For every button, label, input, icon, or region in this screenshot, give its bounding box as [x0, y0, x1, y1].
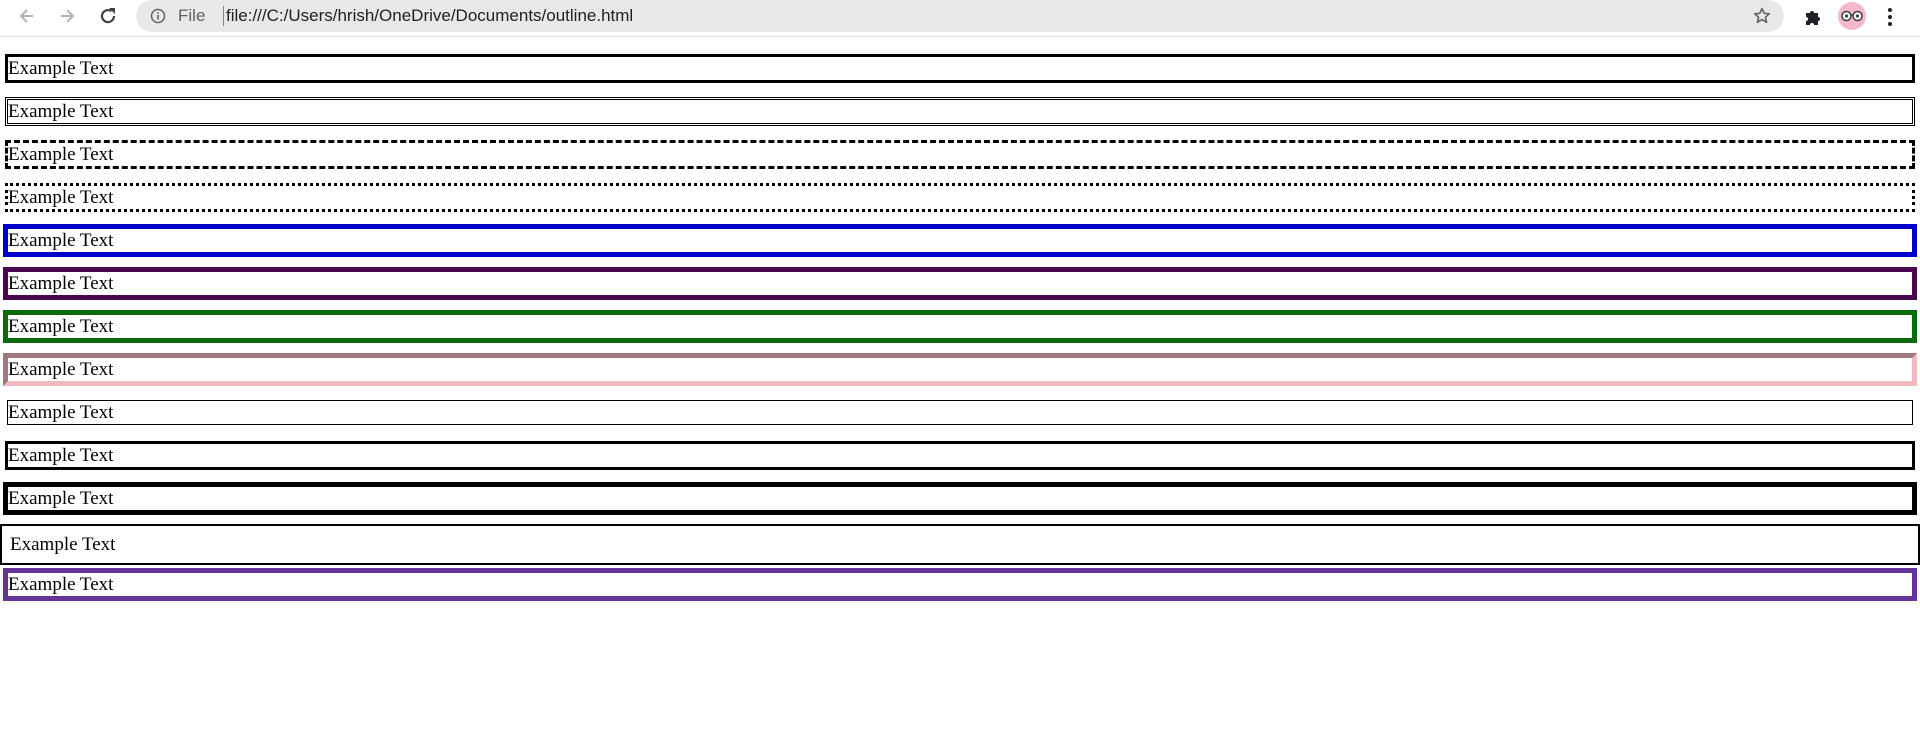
browser-toolbar: File file:///C:/Users/hrish/OneDrive/Doc…: [0, 0, 1920, 37]
outline-demo-purple: Example Text: [3, 267, 1917, 300]
reload-icon: [100, 8, 116, 24]
outline-demo-dotted: Example Text: [5, 183, 1915, 212]
outline-demo-thick: Example Text: [3, 482, 1917, 515]
glasses-icon: [1841, 10, 1863, 22]
url-text[interactable]: file:///C:/Users/hrish/OneDrive/Document…: [226, 6, 633, 26]
outline-demo-thin: Example Text: [7, 400, 1913, 425]
outline-demo-border: Example Text: [0, 524, 1920, 565]
outline-demo-double: Example Text: [5, 97, 1915, 126]
arrow-right-icon: [61, 9, 75, 23]
address-bar[interactable]: File file:///C:/Users/hrish/OneDrive/Doc…: [136, 0, 1784, 32]
address-divider: [223, 6, 224, 26]
url-scheme-label: File: [178, 6, 206, 25]
outline-demo-medium: Example Text: [5, 441, 1915, 470]
outline-demo-dashed: Example Text: [5, 140, 1915, 169]
back-button[interactable]: [13, 2, 41, 30]
puzzle-icon[interactable]: [1800, 4, 1826, 30]
outline-demo-rebeccapurple: Example Text: [3, 568, 1917, 601]
outline-demo-pink-inset: Example Text: [3, 353, 1917, 386]
outline-demo-blue: Example Text: [3, 224, 1917, 257]
outline-demo-green: Example Text: [3, 310, 1917, 343]
info-icon[interactable]: [149, 7, 167, 25]
kebab-menu-icon[interactable]: [1880, 4, 1900, 30]
arrow-left-icon: [19, 9, 33, 23]
page-content: Example Text Example Text Example Text E…: [0, 37, 1920, 740]
forward-button[interactable]: [53, 2, 81, 30]
reload-button[interactable]: [94, 2, 122, 30]
profile-avatar[interactable]: [1838, 2, 1866, 30]
star-icon[interactable]: [1752, 6, 1772, 26]
outline-demo-solid: Example Text: [5, 54, 1915, 83]
